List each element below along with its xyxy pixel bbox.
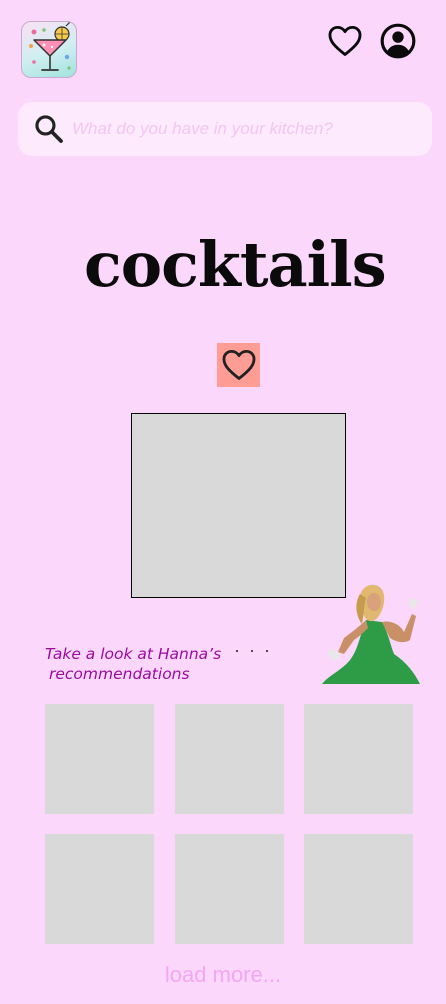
user-circle-icon: [380, 23, 416, 59]
heart-outline-icon: [222, 349, 255, 380]
app-logo[interactable]: [21, 21, 77, 78]
favorite-button[interactable]: [217, 343, 260, 387]
recommendations-label-line1: Take a look at Hanna’s: [45, 645, 222, 663]
recommendation-tile[interactable]: [174, 704, 284, 814]
hanna-avatar-image: [320, 580, 428, 688]
recommendations-label: Take a look at Hanna’s recommendations: [45, 644, 245, 685]
more-options-dots[interactable]: · · ·: [234, 640, 272, 661]
recommendation-tile[interactable]: [304, 834, 413, 944]
profile-button[interactable]: [379, 22, 417, 60]
recommendation-tile[interactable]: [45, 704, 154, 814]
heart-outline-icon: [328, 25, 362, 56]
dancing-woman-image: [322, 584, 420, 684]
search-input[interactable]: [72, 109, 412, 149]
recommendation-tile[interactable]: [174, 834, 284, 944]
cocktail-logo-icon: [29, 22, 71, 71]
load-more-button[interactable]: load more...: [0, 962, 446, 988]
recommendations-grid: [45, 704, 413, 944]
featured-cocktail-image[interactable]: [131, 413, 346, 598]
search-bar[interactable]: [18, 102, 432, 156]
recommendations-label-line2: recommendations: [49, 665, 190, 684]
recommendation-tile[interactable]: [45, 834, 154, 944]
recommendation-tile[interactable]: [304, 704, 413, 814]
favorites-button[interactable]: [326, 22, 364, 60]
search-icon[interactable]: [32, 112, 66, 146]
page-title: cocktails: [84, 228, 387, 301]
